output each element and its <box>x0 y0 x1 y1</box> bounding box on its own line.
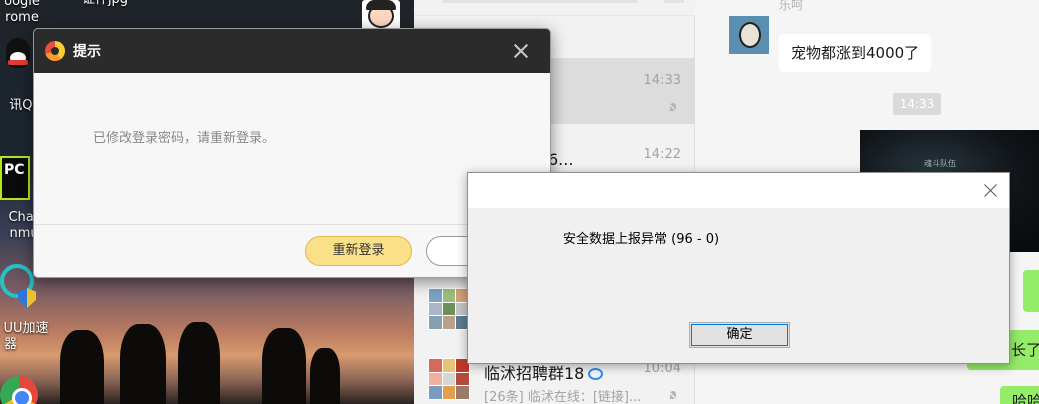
desktop-icon-label: 证件jpg <box>70 0 140 8</box>
pycharm-icon: PC <box>0 156 30 200</box>
mute-bell-icon <box>667 390 679 402</box>
desktop-icon-label: oogle <box>4 0 40 9</box>
chat-time: 14:22 <box>643 147 681 162</box>
mute-bell-icon <box>667 102 679 114</box>
app-logo-icon <box>45 41 65 61</box>
message-timestamp: 14:33 <box>893 93 941 115</box>
chat-bubble-icon <box>588 368 604 380</box>
search-bar[interactable] <box>414 0 695 16</box>
own-message-bubble <box>1023 270 1039 312</box>
moai-silhouettes <box>40 318 360 404</box>
image-caption: 魂斗队伍 <box>924 159 956 168</box>
close-icon[interactable] <box>982 182 1000 200</box>
message-bubble: 宠物都涨到4000了 <box>779 34 932 72</box>
chat-preview: [26条] 临沭在线：[链接]... <box>484 390 642 404</box>
dialog-message: 已修改登录密码，请重新登录。 <box>93 131 276 146</box>
dialog-titlebar <box>468 173 1009 208</box>
group-avatar <box>428 358 470 400</box>
dialog-message: 安全数据上报异常 (96 - 0) <box>563 232 720 247</box>
own-message-bubble: 哈哈 <box>1000 386 1039 404</box>
dialog-title: 提示 <box>73 44 101 60</box>
relogin-button[interactable]: 重新登录 <box>305 236 412 266</box>
sender-name: 乐呵 <box>779 0 804 12</box>
close-icon[interactable] <box>510 40 532 62</box>
avatar[interactable] <box>729 16 769 54</box>
dialog-titlebar: 提示 <box>34 29 550 73</box>
chrome-icon[interactable] <box>0 376 38 404</box>
desktop-icon-google-chrome[interactable]: oogle rome <box>0 0 54 26</box>
chat-time: 14:33 <box>643 73 681 88</box>
desktop-icon-label: rome <box>5 10 39 25</box>
shield-icon <box>18 288 36 308</box>
security-error-dialog: 安全数据上报异常 (96 - 0) 确定 <box>467 172 1010 364</box>
qq-penguin-icon <box>6 38 30 68</box>
group-avatar <box>428 288 470 330</box>
ok-button[interactable]: 确定 <box>689 322 790 348</box>
desktop-icon-image-file[interactable]: 证件jpg <box>70 0 140 8</box>
pycharm-badge-text: PC <box>4 162 25 178</box>
